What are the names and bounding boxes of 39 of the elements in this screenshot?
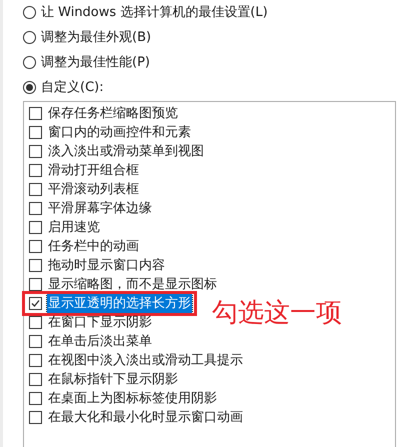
effect-option[interactable]: 保存任务栏缩略图预览 <box>47 104 179 124</box>
effect-option[interactable]: 在视图中淡入淡出或滑动工具提示 <box>47 350 244 370</box>
effect-option[interactable]: 启用速览 <box>47 218 101 238</box>
checkbox[interactable] <box>29 221 42 234</box>
checkbox[interactable] <box>29 278 42 291</box>
effect-option[interactable]: 窗口内的动画控件和元素 <box>47 122 192 142</box>
radio-option[interactable]: 调整为最佳性能(P) <box>23 50 419 75</box>
checkbox[interactable] <box>29 373 42 386</box>
checkbox[interactable] <box>29 354 42 367</box>
effect-option[interactable]: 平滑滚动列表框 <box>47 180 140 200</box>
effect-option[interactable]: 显示亚透明的选择长方形 <box>47 294 192 314</box>
checkbox[interactable] <box>29 335 42 348</box>
effect-option[interactable]: 在窗口下显示阴影 <box>47 312 153 332</box>
checkbox[interactable] <box>29 316 42 329</box>
effect-option[interactable]: 任务栏中的动画 <box>47 236 140 256</box>
checkbox[interactable] <box>29 392 42 405</box>
checkbox[interactable] <box>29 126 42 139</box>
effect-option[interactable]: 拖动时显示窗口内容 <box>47 256 166 276</box>
effect-option[interactable]: 滑动打开组合框 <box>47 160 140 180</box>
effect-option[interactable]: 在桌面上为图标标签使用阴影 <box>47 388 218 408</box>
checkbox[interactable] <box>29 297 42 310</box>
effect-option[interactable]: 平滑屏幕字体边缘 <box>47 198 153 218</box>
checkbox[interactable] <box>29 202 42 215</box>
effect-option[interactable]: 淡入淡出或滑动菜单到视图 <box>47 142 205 162</box>
checkbox[interactable] <box>29 145 42 158</box>
effect-option[interactable]: 在鼠标指针下显示阴影 <box>47 370 179 390</box>
radio-option[interactable]: 让 Windows 选择计算机的最佳设置(L) <box>23 0 419 25</box>
checkbox[interactable] <box>29 164 42 177</box>
effect-option[interactable]: 在单击后淡出菜单 <box>47 332 153 352</box>
radio-option[interactable]: 调整为最佳外观(B) <box>23 25 419 50</box>
checkbox[interactable] <box>29 240 42 253</box>
checkbox[interactable] <box>29 107 42 120</box>
checkbox[interactable] <box>29 259 42 272</box>
effect-option[interactable]: 显示缩略图，而不是显示图标 <box>47 274 218 294</box>
annotation-text: 勾选这一项 <box>212 300 342 326</box>
effect-option[interactable]: 在最大化和最小化时显示窗口动画 <box>47 408 244 428</box>
checkbox[interactable] <box>29 411 42 424</box>
checkbox[interactable] <box>29 183 42 196</box>
radio-option[interactable]: 自定义(C): <box>23 75 419 100</box>
